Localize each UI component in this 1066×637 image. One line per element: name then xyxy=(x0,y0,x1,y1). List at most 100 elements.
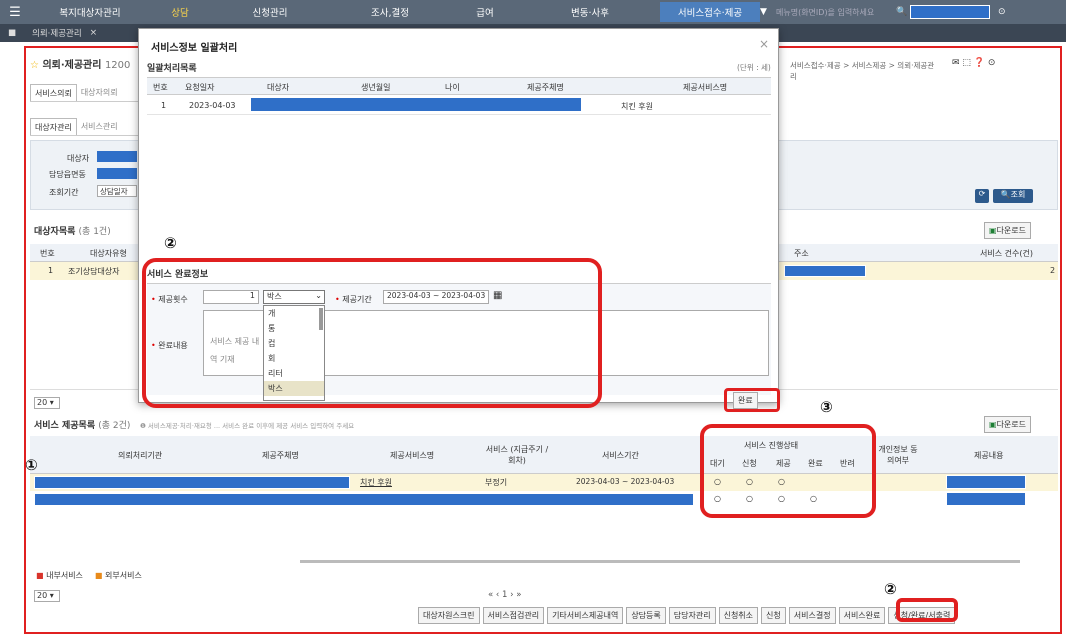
col-age: 나이 xyxy=(445,83,460,92)
row-target xyxy=(251,98,581,111)
scrollbar[interactable] xyxy=(300,560,1020,563)
table-row[interactable]: 치킨 후원 부정기 2023-04-03 ~ 2023-04-03 ○ ○ ○ xyxy=(30,474,1058,491)
col-provider: 제공주체명 xyxy=(527,83,564,92)
service-link[interactable]: 치킨 후원 xyxy=(360,477,392,488)
subtab-bar: 서비스의뢰 대상자의뢰 xyxy=(30,84,138,102)
nav-benefit[interactable]: 급여 xyxy=(450,5,520,19)
close-icon[interactable]: × xyxy=(90,28,98,38)
table-row[interactable]: ○ ○ ○ ○ xyxy=(30,491,1058,508)
row-address xyxy=(784,265,866,277)
content-cell xyxy=(946,492,1026,506)
list2-note: ❶ 서비스제공·처리·재요청 ... 서비스 완료 이후에 제공 서비스 입력하… xyxy=(140,422,355,430)
col-service: 제공서비스명 xyxy=(683,83,728,92)
tab-target-manage[interactable]: 대상자관리 xyxy=(30,118,77,135)
annotation-three: ③ xyxy=(820,398,833,416)
filter-dong-label: 담당읍면동 xyxy=(49,170,86,179)
col-no: 번호 xyxy=(40,249,55,258)
square-icon: ■ xyxy=(36,571,44,580)
list2-header: 의뢰처리기관 제공주체명 제공서비스명 서비스 (지급주기 / 회차) 서비스기… xyxy=(30,436,1058,474)
modal-title: 서비스정보 일괄처리 xyxy=(151,43,238,54)
col-date: 요청일자 xyxy=(185,83,215,92)
row-no: 1 xyxy=(48,266,54,275)
menu-search-input[interactable]: 메뉴명(화면ID)을 입력하세요 xyxy=(776,7,896,18)
subtab-bar-2: 대상자관리 서비스관리 xyxy=(30,118,138,136)
top-nav: ☰ 복지대상자관리 상담 신청관리 조사,결정 급여 변동·사후 서비스접수·제… xyxy=(0,0,1066,24)
other-service-button[interactable]: 기타서비스제공내역 xyxy=(547,607,624,624)
consult-register-button[interactable]: 상담등록 xyxy=(626,607,666,624)
col-period: 서비스기간 xyxy=(602,451,639,460)
pagination[interactable]: « ‹ 1 › » xyxy=(488,590,521,600)
dong-field[interactable] xyxy=(97,168,137,179)
tab-target-request[interactable]: 대상자의뢰 xyxy=(77,84,122,101)
nav-welfare[interactable]: 복지대상자관리 xyxy=(30,5,150,19)
star-icon[interactable]: ☆ xyxy=(30,60,39,71)
tab-service-manage[interactable]: 서비스관리 xyxy=(77,118,122,135)
row-date: 2023-04-03 xyxy=(189,101,236,110)
target-field[interactable] xyxy=(97,151,137,162)
cycle-cell: 부정기 xyxy=(485,478,508,487)
home-icon[interactable]: ■ xyxy=(0,28,24,38)
cancel-application-button[interactable]: 신청취소 xyxy=(718,607,759,624)
highlight-service-complete xyxy=(896,598,958,622)
nav-survey[interactable]: 조사,결정 xyxy=(330,5,450,19)
search-button[interactable]: 🔍조회 xyxy=(993,189,1033,203)
list1-title: 대상자목록 (총 1건) xyxy=(34,227,111,237)
service-check-button[interactable]: 서비스점검관리 xyxy=(482,607,545,624)
table-row[interactable]: 1 2023-04-03 치킨 후원 xyxy=(147,95,771,115)
user-icon[interactable]: ⊙ xyxy=(998,7,1006,17)
hamburger-icon[interactable]: ☰ xyxy=(0,5,30,20)
page-tools[interactable]: ✉ ⬚ ❓ ⊙ xyxy=(952,58,995,68)
agency-cell xyxy=(34,493,694,506)
modal-grid-header: 번호 요청일자 대상자 생년월일 나이 제공주체명 제공서비스명 xyxy=(147,77,771,95)
excel-icon: ▣ xyxy=(989,420,997,429)
search-icon: 🔍 xyxy=(1000,190,1011,199)
target-screen-button[interactable]: 대상자원스크린 xyxy=(418,607,480,624)
period-select[interactable]: 상담일자 xyxy=(97,185,137,197)
modal-list-title: 일괄처리목록 xyxy=(147,64,197,74)
row-service: 치킨 후원 xyxy=(621,102,653,111)
filter-period-label: 조회기간 xyxy=(49,188,79,197)
highlight-complete xyxy=(724,388,780,412)
row-count: 2 xyxy=(1050,266,1056,275)
col-birth: 생년월일 xyxy=(361,83,391,92)
manager-button[interactable]: 담당자관리 xyxy=(668,607,716,624)
service-decision-button[interactable]: 서비스결정 xyxy=(788,607,836,624)
col-agency: 의뢰처리기관 xyxy=(118,451,163,460)
content-cell xyxy=(946,475,1026,489)
tab-service-request[interactable]: 서비스의뢰 xyxy=(30,84,77,101)
nav-application[interactable]: 신청관리 xyxy=(210,5,330,19)
excel-icon: ▣ xyxy=(989,226,997,235)
col-type: 대상자유형 xyxy=(90,249,127,258)
download-button[interactable]: ▣다운로드 xyxy=(984,222,1032,239)
filter-target-label: 대상자 xyxy=(67,154,90,163)
legend-internal: ■ 내부서비스 xyxy=(36,571,83,580)
col-service: 제공서비스명 xyxy=(390,451,435,460)
list2-title: 서비스 제공목록 (총 2건) xyxy=(34,421,131,431)
tab-item[interactable]: 의뢰·제공관리 xyxy=(24,27,90,39)
breadcrumb: 서비스접수·제공 > 서비스제공 > 의뢰·제공관리 xyxy=(790,61,935,81)
search-icon[interactable]: 🔍 xyxy=(896,7,910,17)
highlight-status xyxy=(700,424,876,518)
col-content: 제공내용 xyxy=(974,451,1004,460)
chevron-down-icon[interactable]: ▼ xyxy=(760,7,776,17)
close-icon[interactable]: × xyxy=(759,37,769,51)
nav-service[interactable]: 서비스접수·제공 xyxy=(660,2,760,22)
page-size-select[interactable]: 20 ▾ xyxy=(34,397,60,409)
download-button-2[interactable]: ▣다운로드 xyxy=(984,416,1032,433)
agency-cell xyxy=(34,476,350,489)
annotation-two-footer: ② xyxy=(884,580,897,598)
modal-unit: (단위 : 세) xyxy=(737,63,771,72)
nav-change[interactable]: 변동·사후 xyxy=(520,5,660,19)
highlight-form xyxy=(142,258,602,408)
page-size-select-2[interactable]: 20 ▾ xyxy=(34,590,60,602)
col-count: 서비스 건수(건) xyxy=(980,249,1033,258)
refresh-button[interactable]: ⟳ xyxy=(975,189,989,203)
apply-button[interactable]: 신청 xyxy=(761,607,786,624)
col-address: 주소 xyxy=(794,249,809,258)
user-field xyxy=(910,5,990,19)
annotation-two-modal: ② xyxy=(164,234,177,252)
footer-buttons: 대상자원스크린 서비스점검관리 기타서비스제공내역 상담등록 담당자관리 신청취… xyxy=(418,607,956,624)
legend: ■ 내부서비스 ■ 외부서비스 xyxy=(36,570,142,581)
nav-consult[interactable]: 상담 xyxy=(150,5,210,19)
service-complete-button[interactable]: 서비스완료 xyxy=(838,607,886,624)
